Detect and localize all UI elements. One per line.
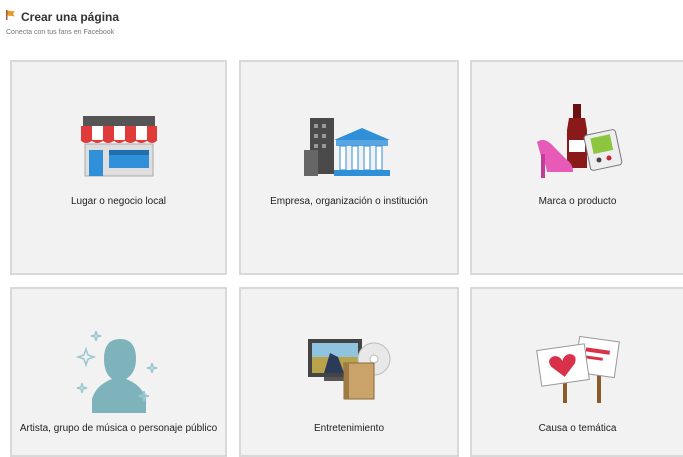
building-icon — [304, 114, 394, 185]
brand-products-icon — [533, 102, 623, 187]
category-local-business[interactable]: Lugar o negocio local — [10, 60, 227, 275]
artist-silhouette-icon — [74, 329, 164, 420]
category-label: Causa o temática — [538, 423, 617, 434]
entertainment-icon — [304, 335, 394, 406]
pages-flag-icon — [5, 8, 17, 26]
category-artist-public-figure[interactable]: Artista, grupo de música o personaje púb… — [10, 287, 227, 457]
category-label: Lugar o negocio local — [70, 196, 167, 207]
category-label: Empresa, organización o institución — [270, 196, 428, 207]
category-label: Artista, grupo de música o personaje púb… — [19, 423, 218, 434]
cause-signs-icon — [533, 333, 623, 410]
category-cause-topic[interactable]: Causa o temática — [470, 287, 683, 457]
category-company[interactable]: Empresa, organización o institución — [239, 60, 459, 275]
store-icon — [77, 112, 161, 183]
category-label: Entretenimiento — [313, 423, 385, 434]
page-title: Crear una página — [21, 10, 120, 24]
page-subtitle: Conecta con tus fans en Facebook — [6, 29, 115, 36]
category-brand-product[interactable]: Marca o producto — [470, 60, 683, 275]
category-entertainment[interactable]: Entretenimiento — [239, 287, 459, 457]
category-label: Marca o producto — [538, 196, 617, 207]
page-header: Crear una página Conecta con tus fans en… — [5, 8, 119, 36]
